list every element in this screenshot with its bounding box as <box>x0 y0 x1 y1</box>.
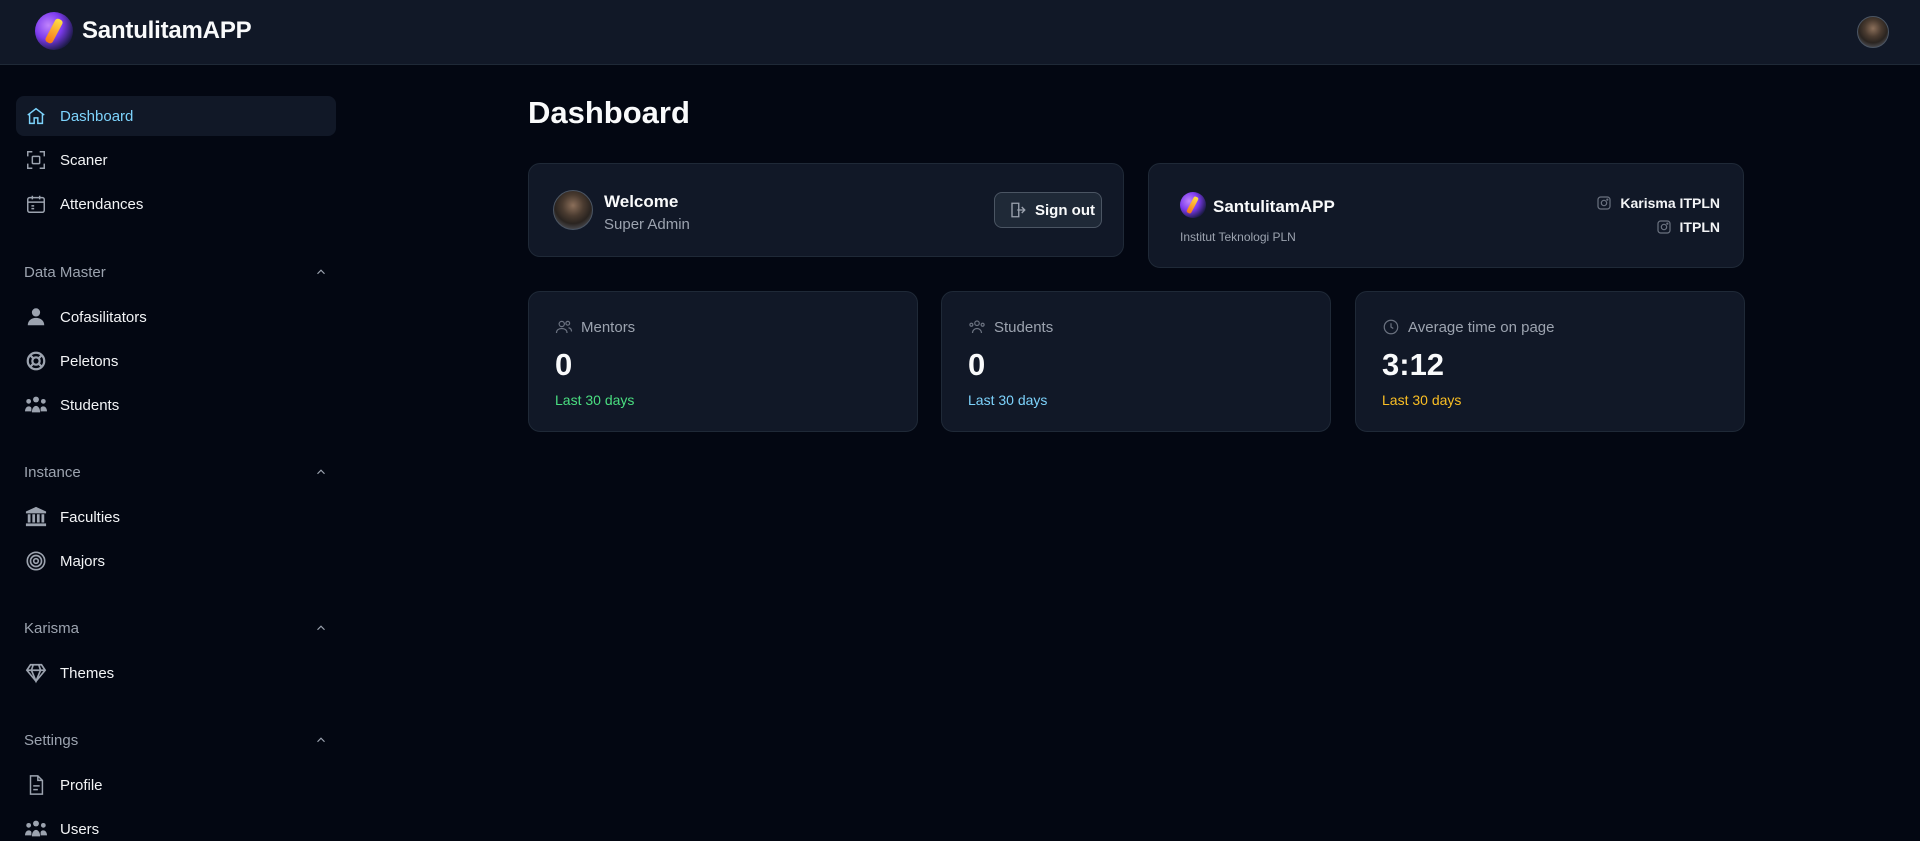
sidebar-item-students[interactable]: Students <box>16 385 336 425</box>
users-icon <box>969 320 985 334</box>
app-logo <box>35 12 73 50</box>
scan-icon <box>24 148 48 172</box>
stat-label: Average time on page <box>1408 318 1555 336</box>
chevron-up-icon <box>317 269 325 275</box>
sidebar-item-dashboard[interactable]: Dashboard <box>16 96 336 136</box>
instagram-icon <box>1656 220 1671 234</box>
sidebar-item-label: Students <box>60 396 120 414</box>
social-link-karisma-itpln[interactable]: Karisma ITPLN <box>1596 195 1720 211</box>
social-label: Karisma ITPLN <box>1620 195 1720 211</box>
sidebar: Dashboard Scaner Attendances Data Master… <box>0 65 345 841</box>
sidebar-item-cofasilitators[interactable]: Cofasilitators <box>16 297 336 337</box>
sidebar-item-label: Dashboard <box>60 107 134 125</box>
chevron-up-icon <box>317 737 325 743</box>
group-label: Instance <box>24 463 81 481</box>
app-logo <box>1180 192 1206 218</box>
brand[interactable]: SantulitamAPP <box>35 12 252 50</box>
sidebar-item-users[interactable]: Users <box>16 809 336 841</box>
chevron-up-icon <box>317 469 325 475</box>
app-info-card: SantulitamAPP Institut Teknologi PLN Kar… <box>1148 163 1744 268</box>
sidebar-item-scaner[interactable]: Scaner <box>16 140 336 180</box>
sidebar-item-themes[interactable]: Themes <box>16 653 336 693</box>
diamond-icon <box>24 661 48 685</box>
calendar-icon <box>24 192 48 216</box>
sidebar-item-label: Attendances <box>60 195 144 213</box>
group-label: Data Master <box>24 263 106 281</box>
chevron-up-icon <box>317 625 325 631</box>
social-link-itpln[interactable]: ITPLN <box>1656 219 1720 235</box>
group-settings[interactable]: Settings <box>24 728 328 752</box>
stat-label: Students <box>994 318 1054 336</box>
sidebar-item-label: Users <box>60 820 100 838</box>
stat-card-average-time: Average time on page 3:12 Last 30 days <box>1355 291 1745 432</box>
user-icon <box>24 305 48 329</box>
sidebar-item-label: Peletons <box>60 352 119 370</box>
stat-card-mentors: Mentors 0 Last 30 days <box>528 291 918 432</box>
user-group-icon <box>24 817 48 841</box>
top-bar: SantulitamAPP <box>0 0 1920 65</box>
avatar <box>553 190 593 230</box>
building-columns-icon <box>24 505 48 529</box>
stat-value: 0 <box>555 347 573 382</box>
sign-out-label: Sign out <box>1035 201 1095 219</box>
sidebar-item-label: Cofasilitators <box>60 308 147 326</box>
user-avatar[interactable] <box>1857 16 1889 48</box>
social-label: ITPLN <box>1679 219 1720 235</box>
sidebar-item-profile[interactable]: Profile <box>16 765 336 805</box>
group-instance[interactable]: Instance <box>24 460 328 484</box>
target-icon <box>24 549 48 573</box>
group-data-master[interactable]: Data Master <box>24 260 328 284</box>
life-buoy-icon <box>24 349 48 373</box>
sidebar-item-label: Scaner <box>60 151 108 169</box>
stat-period: Last 30 days <box>555 392 635 408</box>
stat-value: 0 <box>968 347 986 382</box>
stat-value: 3:12 <box>1382 347 1445 382</box>
page-title: Dashboard <box>528 95 690 130</box>
sidebar-item-label: Faculties <box>60 508 121 526</box>
group-karisma[interactable]: Karisma <box>24 616 328 640</box>
instagram-icon <box>1597 196 1612 210</box>
group-label: Karisma <box>24 619 80 637</box>
app-name: SantulitamAPP <box>1213 197 1335 216</box>
user-role: Super Admin <box>604 216 690 233</box>
welcome-card: Welcome Super Admin Sign out <box>528 163 1124 257</box>
stat-label: Mentors <box>581 318 636 336</box>
sign-out-icon <box>1011 202 1026 218</box>
welcome-title: Welcome <box>604 192 679 211</box>
stat-period: Last 30 days <box>968 392 1048 408</box>
stat-card-students: Students 0 Last 30 days <box>941 291 1331 432</box>
user-group-icon <box>24 393 48 417</box>
stat-period: Last 30 days <box>1382 392 1462 408</box>
users-icon <box>555 320 573 334</box>
sidebar-item-label: Themes <box>60 664 115 682</box>
clock-icon <box>1383 319 1399 335</box>
sidebar-item-faculties[interactable]: Faculties <box>16 497 336 537</box>
group-label: Settings <box>24 731 79 749</box>
home-icon <box>24 104 48 128</box>
sign-out-button[interactable]: Sign out <box>994 192 1102 228</box>
sidebar-item-peletons[interactable]: Peletons <box>16 341 336 381</box>
sidebar-item-label: Profile <box>60 776 103 794</box>
sidebar-item-attendances[interactable]: Attendances <box>16 184 336 224</box>
document-icon <box>24 773 48 797</box>
sidebar-item-majors[interactable]: Majors <box>16 541 336 581</box>
institution-name: Institut Teknologi PLN <box>1180 230 1296 244</box>
brand-name: SantulitamAPP <box>82 17 252 44</box>
sidebar-item-label: Majors <box>60 552 106 570</box>
